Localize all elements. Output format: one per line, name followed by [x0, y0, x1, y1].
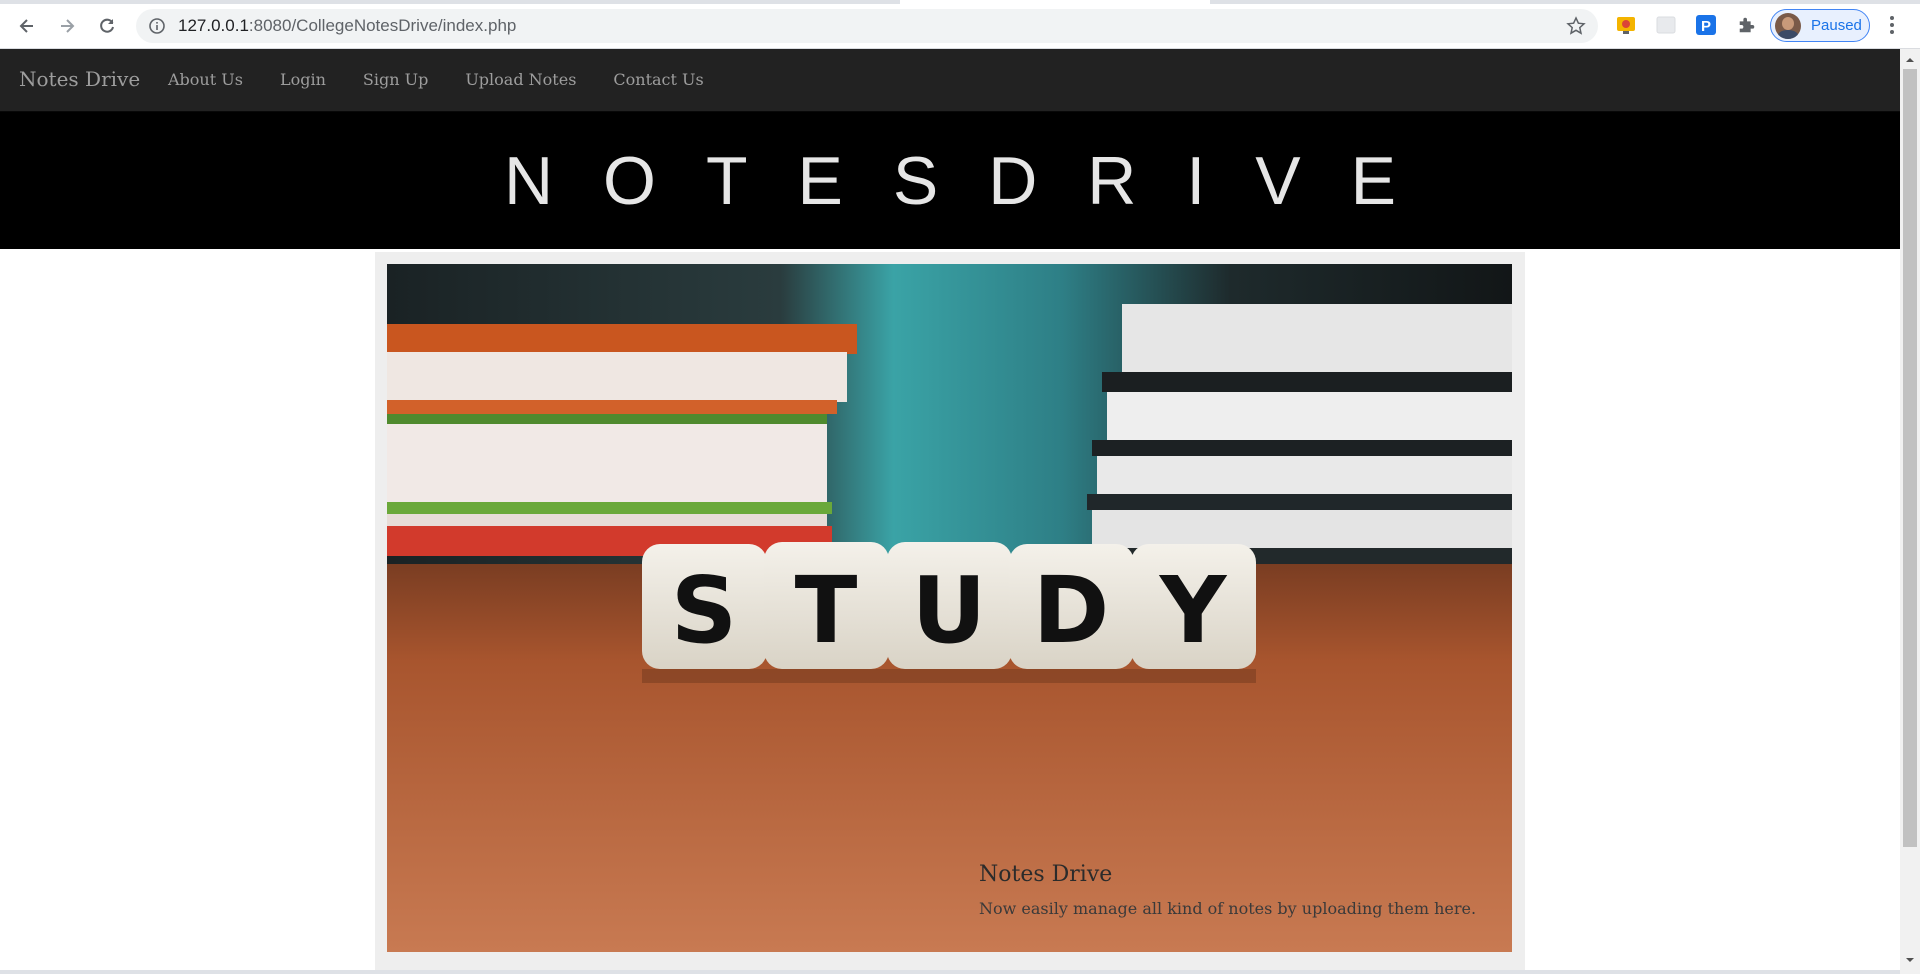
reload-button[interactable] [92, 11, 122, 41]
reload-icon [100, 18, 114, 33]
study-dice-image: S T U D Y [387, 264, 1512, 952]
more-icon[interactable] [1884, 13, 1900, 37]
carousel-caption: Notes Drive Now easily manage all kind o… [979, 862, 1476, 918]
extension-icon[interactable] [1655, 14, 1677, 36]
forward-icon [61, 19, 75, 33]
caption-text: Now easily manage all kind of notes by u… [979, 899, 1477, 918]
die-letter: Y [1159, 557, 1228, 664]
carousel[interactable]: S T U D Y Notes Drive Now easily manage … [375, 252, 1525, 970]
profile-status: Paused [1811, 17, 1862, 34]
tab-strip [0, 0, 1920, 4]
profile-button[interactable]: Paused [1770, 9, 1870, 42]
address-bar[interactable]: 127.0.0.1:8080/CollegeNotesDrive/index.p… [136, 9, 1598, 43]
url-text[interactable]: 127.0.0.1:8080/CollegeNotesDrive/index.p… [178, 16, 516, 36]
hero-banner: NOTESDRIVE [0, 112, 1900, 249]
info-icon[interactable] [148, 17, 166, 35]
scrollbar-thumb[interactable] [1903, 69, 1917, 847]
scroll-up-icon[interactable] [1904, 54, 1916, 66]
page-title: NOTESDRIVE [503, 142, 1447, 219]
navbar: Notes Drive About Us Login Sign Up Uploa… [0, 49, 1900, 112]
star-icon[interactable] [1566, 16, 1586, 36]
scroll-down-icon[interactable] [1904, 954, 1916, 966]
navbar-brand[interactable]: Notes Drive [19, 67, 140, 91]
vertical-scrollbar[interactable] [1900, 49, 1920, 974]
nav-link-login[interactable]: Login [280, 70, 326, 89]
forward-button[interactable] [52, 11, 82, 41]
browser-toolbar: 127.0.0.1:8080/CollegeNotesDrive/index.p… [0, 0, 1920, 49]
page-viewport: Notes Drive About Us Login Sign Up Uploa… [0, 49, 1900, 974]
avatar [1775, 13, 1801, 39]
nav-link-about-us[interactable]: About Us [168, 70, 243, 89]
svg-text:P: P [1701, 18, 1711, 35]
puzzle-icon[interactable] [1736, 14, 1758, 36]
back-button[interactable] [12, 11, 42, 41]
extension-icon[interactable]: P [1695, 14, 1717, 36]
window-bottom-edge [0, 970, 1900, 974]
die-letter: D [1033, 557, 1109, 664]
nav-link-sign-up[interactable]: Sign Up [363, 70, 428, 89]
url-path: :8080/CollegeNotesDrive/index.php [248, 16, 517, 35]
carousel-slide[interactable]: S T U D Y Notes Drive Now easily manage … [387, 264, 1512, 952]
nav-links: About Us Login Sign Up Upload Notes Cont… [168, 70, 741, 89]
die-letter: U [912, 557, 987, 664]
nav-link-upload-notes[interactable]: Upload Notes [465, 70, 576, 89]
die-letter: T [795, 557, 858, 664]
die-letter: S [671, 557, 737, 664]
url-host: 127.0.0.1 [178, 16, 249, 35]
caption-title: Notes Drive [979, 862, 1113, 887]
extension-icon[interactable] [1615, 14, 1637, 36]
nav-link-contact-us[interactable]: Contact Us [613, 70, 703, 89]
back-icon [19, 19, 33, 33]
active-tab[interactable] [900, 0, 1210, 4]
